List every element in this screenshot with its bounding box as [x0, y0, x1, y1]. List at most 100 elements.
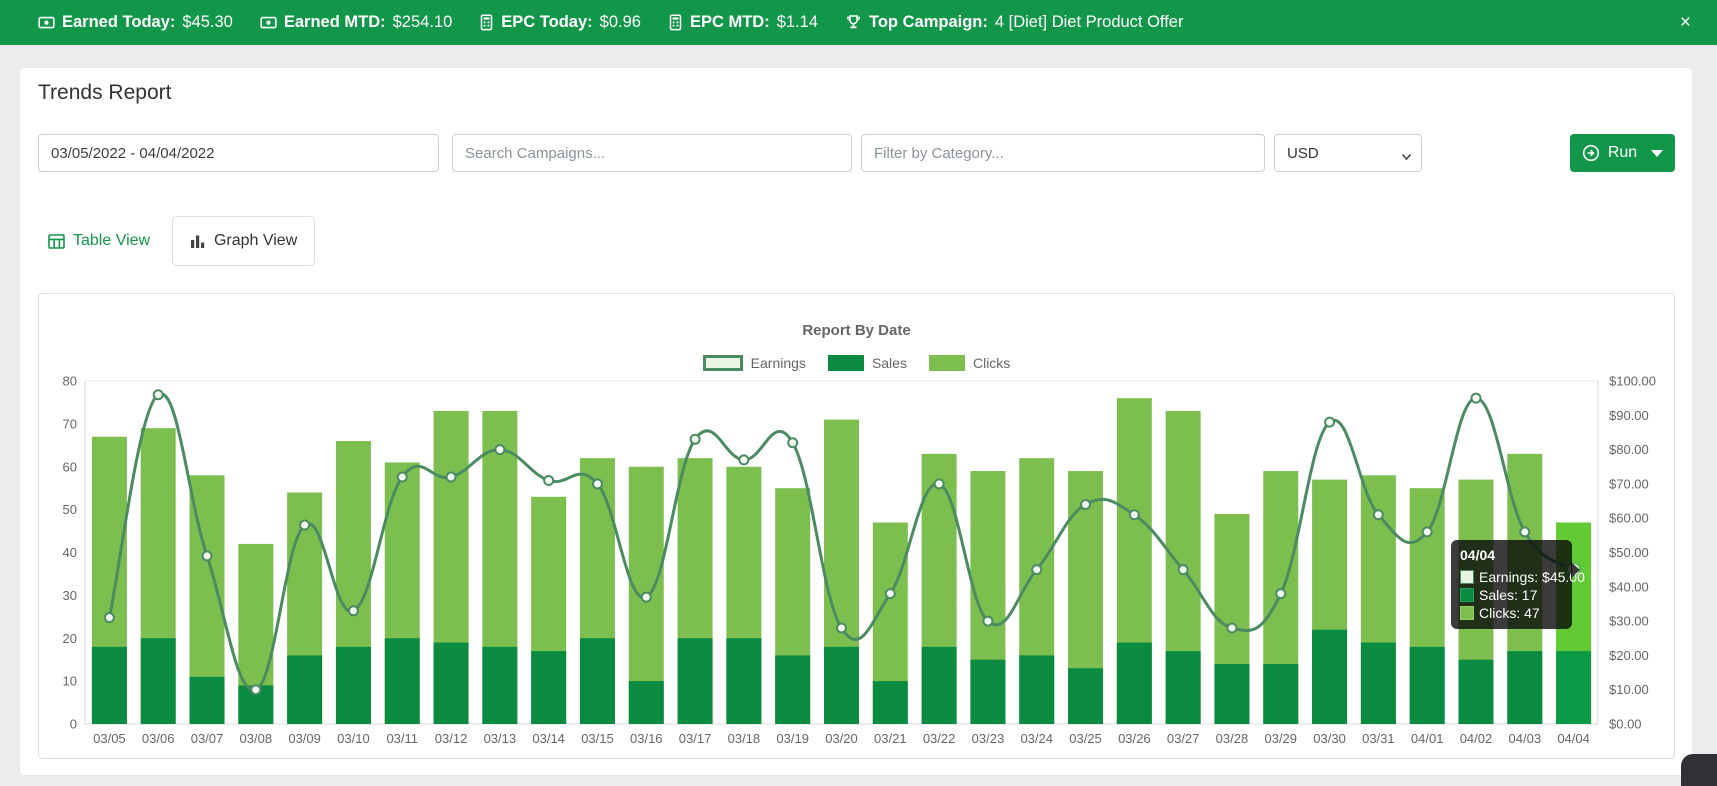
svg-text:$90.00: $90.00: [1609, 408, 1649, 423]
chart-panel: Report By Date Earnings Sales Clicks 010…: [38, 293, 1675, 759]
svg-text:03/28: 03/28: [1216, 731, 1249, 746]
svg-text:$100.00: $100.00: [1609, 374, 1656, 389]
tab-graph-view[interactable]: Graph View: [172, 216, 315, 266]
calculator-icon: [479, 14, 494, 31]
svg-text:03/12: 03/12: [435, 731, 468, 746]
svg-text:03/31: 03/31: [1362, 731, 1395, 746]
close-icon[interactable]: ×: [1680, 13, 1691, 32]
stat-epc-mtd: EPC MTD: $1.14: [668, 13, 818, 32]
tab-label: Graph View: [214, 232, 297, 250]
tooltip-row-earnings: Earnings: $45.00: [1460, 569, 1562, 585]
svg-text:50: 50: [63, 502, 77, 517]
tab-label: Table View: [73, 232, 150, 250]
earnings-swatch: [1460, 570, 1474, 584]
svg-text:03/11: 03/11: [386, 731, 418, 746]
stat-earned-today: Earned Today: $45.30: [38, 13, 233, 32]
stat-label: EPC MTD:: [690, 13, 770, 32]
svg-text:03/23: 03/23: [972, 731, 1005, 746]
money-icon: [38, 14, 55, 31]
trends-report-card: Trends Report USD Run Table View: [20, 68, 1692, 775]
stat-label: Earned MTD:: [284, 13, 386, 32]
stat-value: 4 [Diet] Diet Product Offer: [995, 13, 1184, 32]
stat-value: $0.96: [600, 13, 641, 32]
svg-text:10: 10: [63, 674, 77, 689]
svg-text:$70.00: $70.00: [1609, 476, 1649, 491]
svg-text:03/21: 03/21: [874, 731, 907, 746]
svg-text:03/25: 03/25: [1069, 731, 1102, 746]
svg-text:03/24: 03/24: [1020, 731, 1053, 746]
svg-text:03/17: 03/17: [679, 731, 712, 746]
clicks-swatch: [1460, 606, 1474, 620]
svg-text:03/09: 03/09: [288, 731, 321, 746]
svg-text:03/19: 03/19: [776, 731, 809, 746]
svg-text:$40.00: $40.00: [1609, 579, 1649, 594]
tooltip-title: 04/04: [1460, 547, 1562, 563]
caret-down-icon[interactable]: [1651, 144, 1663, 162]
svg-text:$20.00: $20.00: [1609, 648, 1649, 663]
money-icon: [260, 14, 277, 31]
tooltip-row-clicks: Clicks: 47: [1460, 605, 1562, 621]
svg-text:$10.00: $10.00: [1609, 682, 1649, 697]
svg-text:03/22: 03/22: [923, 731, 956, 746]
stats-strip: Earned Today: $45.30 Earned MTD: $254.10…: [38, 13, 1183, 32]
stat-label: Earned Today:: [62, 13, 175, 32]
stat-value: $254.10: [393, 13, 453, 32]
svg-text:03/26: 03/26: [1118, 731, 1151, 746]
stat-epc-today: EPC Today: $0.96: [479, 13, 641, 32]
sales-swatch: [1460, 588, 1474, 602]
date-range-input[interactable]: [38, 134, 439, 172]
svg-text:04/03: 04/03: [1509, 731, 1542, 746]
svg-text:03/29: 03/29: [1264, 731, 1297, 746]
svg-text:04/04: 04/04: [1557, 731, 1590, 746]
chart-tooltip: 04/04 Earnings: $45.00 Sales: 17 Clicks:…: [1451, 540, 1572, 629]
stat-label: EPC Today:: [501, 13, 592, 32]
calculator-icon: [668, 14, 683, 31]
table-icon: [48, 234, 65, 249]
svg-text:03/05: 03/05: [93, 731, 126, 746]
svg-text:03/15: 03/15: [581, 731, 614, 746]
stat-top-campaign: Top Campaign: 4 [Diet] Diet Product Offe…: [845, 13, 1183, 32]
report-chart[interactable]: 01020304050607080$0.00$10.00$20.00$30.00…: [39, 294, 1674, 758]
currency-select-wrap: USD: [1274, 134, 1422, 172]
run-button[interactable]: Run: [1570, 134, 1675, 172]
page-title: Trends Report: [38, 80, 1675, 106]
trophy-icon: [845, 14, 862, 31]
stat-label: Top Campaign:: [869, 13, 988, 32]
svg-text:03/06: 03/06: [142, 731, 175, 746]
tooltip-row-sales: Sales: 17: [1460, 587, 1562, 603]
notification-bar: Earned Today: $45.30 Earned MTD: $254.10…: [0, 0, 1717, 45]
run-circle-arrow-icon: [1582, 144, 1600, 162]
svg-text:03/18: 03/18: [728, 731, 761, 746]
svg-text:0: 0: [70, 717, 77, 732]
svg-text:$30.00: $30.00: [1609, 614, 1649, 629]
svg-text:$60.00: $60.00: [1609, 511, 1649, 526]
tooltip-caret: [1571, 562, 1580, 578]
svg-text:03/10: 03/10: [337, 731, 370, 746]
svg-text:03/30: 03/30: [1313, 731, 1346, 746]
search-campaigns-input[interactable]: [452, 134, 852, 172]
svg-text:20: 20: [63, 631, 77, 646]
svg-text:04/01: 04/01: [1411, 731, 1444, 746]
chat-widget[interactable]: [1681, 754, 1717, 786]
tab-table-view[interactable]: Table View: [38, 216, 172, 266]
svg-text:03/14: 03/14: [532, 731, 565, 746]
stat-value: $1.14: [777, 13, 818, 32]
svg-text:60: 60: [63, 459, 77, 474]
report-toolbar: USD Run: [38, 134, 1675, 172]
svg-text:03/27: 03/27: [1167, 731, 1200, 746]
svg-text:03/13: 03/13: [484, 731, 517, 746]
view-tabs: Table View Graph View: [38, 216, 1675, 266]
currency-select[interactable]: USD: [1274, 134, 1422, 172]
svg-text:70: 70: [63, 416, 77, 431]
svg-text:40: 40: [63, 545, 77, 560]
svg-text:$0.00: $0.00: [1609, 717, 1642, 732]
svg-text:$50.00: $50.00: [1609, 545, 1649, 560]
svg-text:$80.00: $80.00: [1609, 442, 1649, 457]
stat-value: $45.30: [182, 13, 232, 32]
svg-text:80: 80: [63, 374, 77, 389]
filter-category-input[interactable]: [861, 134, 1265, 172]
svg-text:03/07: 03/07: [191, 731, 224, 746]
stat-earned-mtd: Earned MTD: $254.10: [260, 13, 452, 32]
svg-text:03/08: 03/08: [240, 731, 273, 746]
svg-text:03/16: 03/16: [630, 731, 663, 746]
